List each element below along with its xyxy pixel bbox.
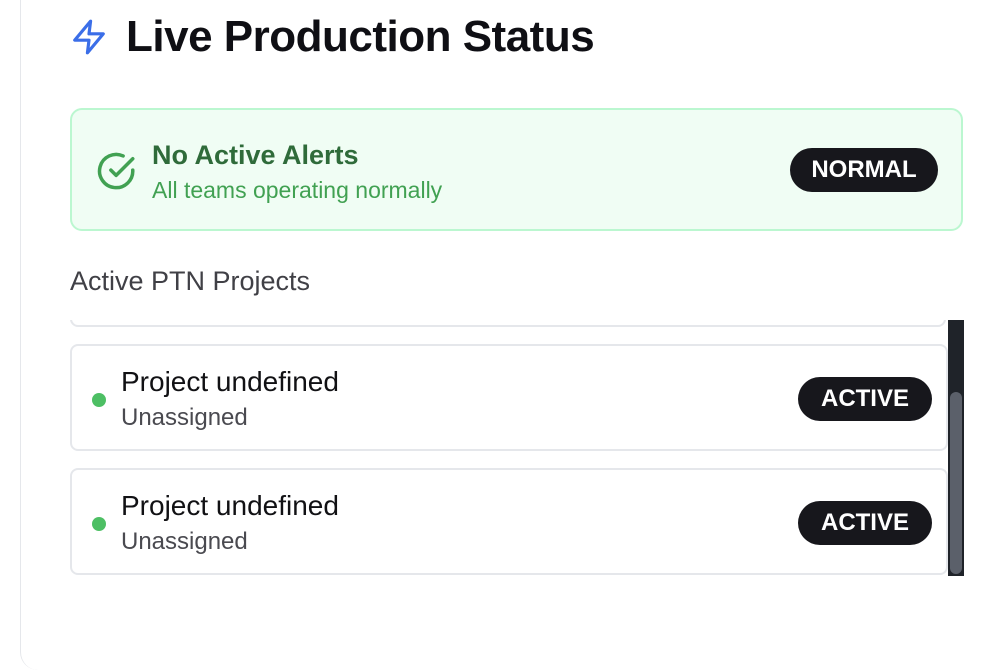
alert-title: No Active Alerts xyxy=(152,140,359,170)
project-owner: Unassigned xyxy=(121,528,248,555)
alert-subtitle: All teams operating normally xyxy=(152,177,443,203)
status-badge-active: ACTIVE xyxy=(798,501,932,545)
status-badge-active: ACTIVE xyxy=(798,377,932,421)
scrollbar-thumb[interactable] xyxy=(950,392,962,574)
list-item-partial[interactable] xyxy=(70,320,946,327)
project-name: Project undefined xyxy=(121,366,339,397)
project-owner: Unassigned xyxy=(121,404,248,431)
status-dot xyxy=(92,393,106,407)
project-card[interactable]: Project undefined Unassigned ACTIVE xyxy=(70,344,948,451)
alert-status-card: No Active Alerts All teams operating nor… xyxy=(70,108,963,231)
panel-header: Live Production Status xyxy=(70,12,595,62)
bolt-icon xyxy=(70,18,108,56)
project-name: Project undefined xyxy=(121,490,339,521)
page-title: Live Production Status xyxy=(126,12,595,61)
project-card[interactable]: Project undefined Unassigned ACTIVE xyxy=(70,468,948,575)
section-title: Active PTN Projects xyxy=(70,266,311,296)
status-dot xyxy=(92,517,106,531)
check-circle-icon xyxy=(96,150,138,192)
scrollbar[interactable] xyxy=(948,320,964,576)
status-badge-normal: NORMAL xyxy=(790,148,938,192)
projects-list[interactable]: Project undefined Unassigned ACTIVE Proj… xyxy=(70,320,964,578)
